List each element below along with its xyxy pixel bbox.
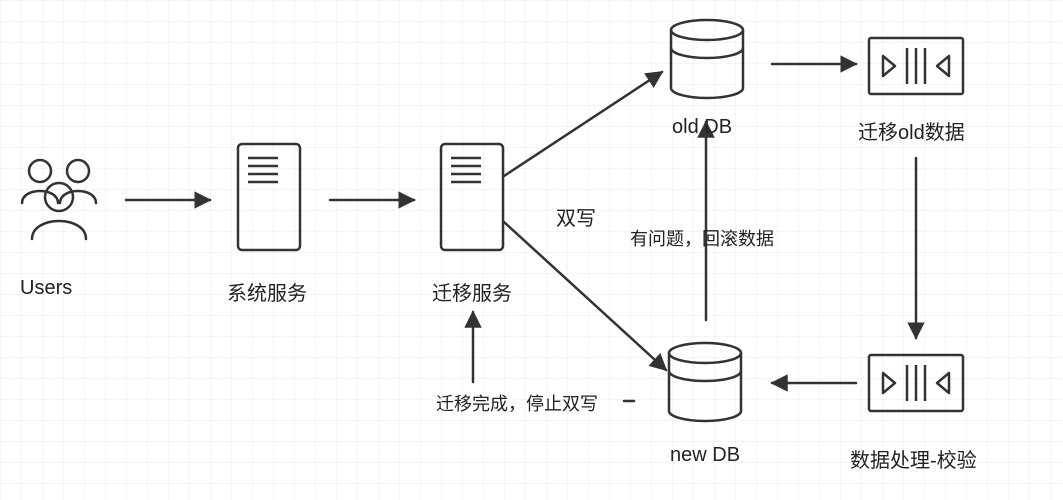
old-db-icon	[671, 20, 743, 98]
diagram-canvas: Users 系统服务 迁移服务 old DB new DB 迁移old数据 数据…	[0, 0, 1063, 500]
migrate-old-data-label: 迁移old数据	[858, 116, 965, 145]
data-process-icon	[869, 355, 963, 411]
system-service-icon	[238, 144, 300, 250]
users-icon	[22, 160, 96, 239]
dual-write-label: 双写	[556, 202, 596, 231]
rollback-label: 有问题，回滚数据	[630, 225, 774, 251]
system-service-label: 系统服务	[227, 277, 307, 306]
new-db-icon	[669, 343, 741, 421]
new-db-label: new DB	[670, 444, 740, 467]
migration-service-icon	[441, 144, 503, 250]
migration-service-label: 迁移服务	[432, 277, 512, 306]
data-process-label: 数据处理-校验	[850, 444, 977, 473]
migration-done-label: 迁移完成，停止双写	[436, 390, 598, 416]
edge-migration-to-olddb	[504, 72, 662, 176]
migrate-old-data-icon	[869, 38, 963, 94]
users-label: Users	[20, 277, 72, 300]
old-db-label: old DB	[672, 116, 732, 139]
